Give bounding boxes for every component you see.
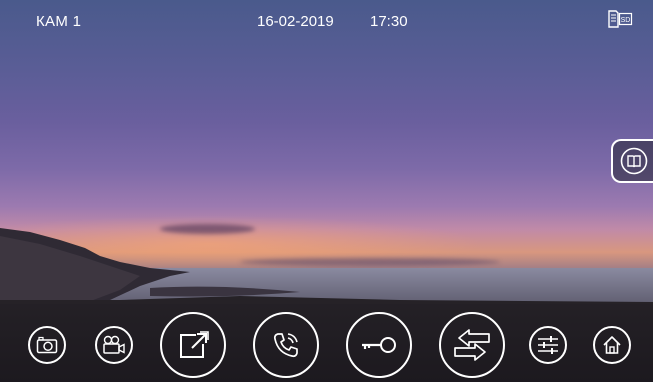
unlock-button[interactable] xyxy=(346,312,412,378)
status-bar: КАМ 1 16-02-2019 17:30 SD xyxy=(0,0,653,40)
record-button[interactable] xyxy=(95,326,133,364)
call-button[interactable] xyxy=(253,312,319,378)
date-display: 16-02-2019 xyxy=(257,13,334,30)
home-button[interactable] xyxy=(593,326,631,364)
camera-label: КАМ 1 xyxy=(36,13,82,30)
sd-label: SD xyxy=(621,17,631,24)
snapshot-button[interactable] xyxy=(28,326,66,364)
switch-button[interactable] xyxy=(439,312,505,378)
camera-view: КАМ 1 16-02-2019 17:30 SD xyxy=(0,0,653,382)
time-display: 17:30 xyxy=(370,13,408,30)
settings-button[interactable] xyxy=(529,326,567,364)
sd-card-icon: SD xyxy=(607,10,633,28)
fullscreen-button[interactable] xyxy=(160,312,226,378)
gallery-button[interactable] xyxy=(611,139,653,183)
